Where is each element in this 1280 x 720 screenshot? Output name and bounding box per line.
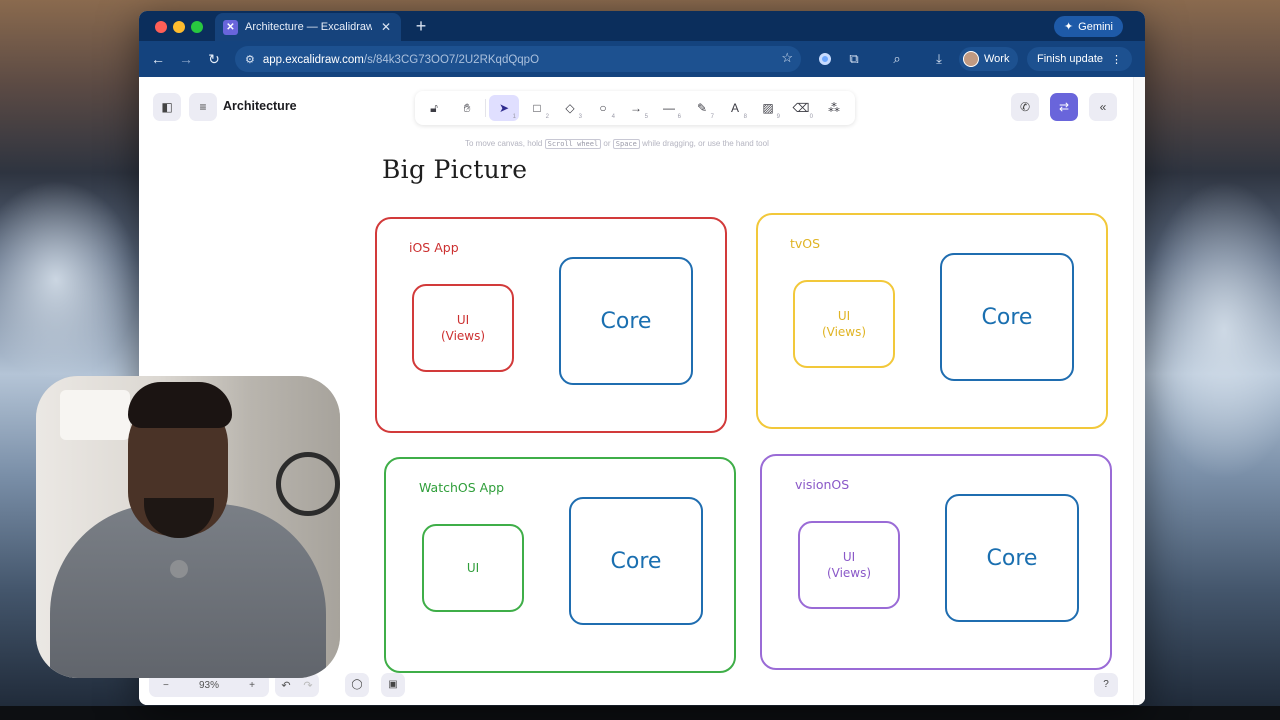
download-icon[interactable]: ⤓ (930, 50, 948, 68)
desktop-wallpaper-right (1140, 180, 1280, 480)
help-icon[interactable]: ? (1094, 673, 1118, 697)
new-tab-button[interactable]: + (411, 16, 431, 36)
group-label-ios[interactable]: iOS App (409, 240, 459, 255)
diamond-icon[interactable]: ◇ 3 (555, 95, 585, 121)
sparkle-icon: ✦ (1063, 21, 1074, 33)
address-bar[interactable]: ⚙ app.excalidraw.com/s/84k3CG73OO7/2U2RK… (235, 46, 801, 72)
webcam-overlay (36, 376, 340, 678)
tool-shortcut-key: 6 (677, 114, 681, 120)
avatar (963, 51, 979, 67)
ui-box-watchos[interactable]: UI (422, 524, 524, 612)
tool-shortcut-key: 5 (644, 114, 648, 120)
finish-update-button[interactable]: Finish update ⋮ (1027, 47, 1133, 71)
lock-icon[interactable]: 🔓︎ (419, 95, 449, 121)
site-settings-icon[interactable]: ⚙ (245, 53, 255, 66)
hint-key-scroll: Scroll wheel (544, 139, 602, 149)
call-icon[interactable]: ✆ (1011, 93, 1039, 121)
sidebar-toggle-icon[interactable]: ◧ (153, 93, 181, 121)
tool-shortcut-key: 1 (512, 114, 516, 120)
presentation-icon[interactable]: ▣ (381, 673, 405, 697)
maximize-window-button[interactable] (191, 21, 203, 33)
arrow-icon[interactable]: → 5 (621, 95, 651, 121)
image-icon[interactable]: ▨ 9 (753, 95, 783, 121)
core-box-ios[interactable]: Core (559, 257, 693, 385)
desktop-dock-edge (0, 706, 1280, 720)
desktop-wallpaper-left (0, 180, 140, 380)
tool-shortcut-key: 3 (578, 114, 582, 120)
tab-bar: ✕ Architecture — Excalidraw Pl ✕ + ✦ Gem… (139, 11, 1145, 41)
tool-shortcut-key: 8 (743, 114, 747, 120)
draw-icon[interactable]: ✎ 7 (687, 95, 717, 121)
hint-middle: or (603, 139, 611, 148)
hint-prefix: To move canvas, hold (465, 139, 543, 148)
microphone-icon (170, 560, 188, 578)
minimize-window-button[interactable] (173, 21, 185, 33)
collapse-sidebar-icon[interactable]: « (1089, 93, 1117, 121)
profile-button[interactable]: Work (959, 47, 1019, 71)
group-label-visionos[interactable]: visionOS (795, 477, 849, 492)
hint-suffix: while dragging, or use the hand tool (642, 139, 769, 148)
tool-shortcut-key: 4 (611, 114, 615, 120)
hamburger-menu-icon[interactable]: ≡ (189, 93, 217, 121)
redo-icon[interactable]: ↷ (303, 679, 312, 692)
url-site: app.excalidraw.com (262, 54, 364, 66)
extension-icon[interactable] (816, 50, 834, 68)
canvas-hint: To move canvas, hold Scroll wheel or Spa… (465, 139, 769, 149)
undo-icon[interactable]: ↶ (281, 679, 290, 692)
forward-arrow-icon[interactable]: → (177, 50, 195, 68)
canvas-title[interactable]: Big Picture (382, 155, 527, 184)
excalidraw-icon: ✕ (223, 19, 238, 35)
group-label-watchos[interactable]: WatchOS App (419, 480, 504, 495)
gemini-label: Gemini (1078, 20, 1113, 33)
bookmark-star-icon[interactable]: ☆ (781, 50, 793, 66)
browser-toolbar: ← → ↻ ⚙ app.excalidraw.com/s/84k3CG73OO7… (139, 41, 1145, 77)
core-box-watchos[interactable]: Core (569, 497, 703, 625)
hint-key-space: Space (612, 139, 640, 149)
zoom-in-button[interactable]: + (249, 680, 255, 691)
tool-shortcut-key: 2 (545, 114, 549, 120)
finish-update-label: Finish update (1037, 53, 1104, 65)
extensions-puzzle-icon[interactable]: ⧉ (845, 50, 863, 68)
line-icon[interactable]: —6 (654, 95, 684, 121)
profile-label: Work (984, 53, 1010, 65)
comment-icon[interactable]: ◯ (345, 673, 369, 697)
tab-search-icon[interactable]: ⌕ (888, 50, 906, 68)
hand-icon[interactable]: ✋︎ (452, 95, 482, 121)
zoom-out-button[interactable]: − (163, 680, 169, 691)
zoom-level[interactable]: 93% (199, 680, 219, 691)
toolbar-separator (485, 99, 486, 117)
vertical-scrollbar[interactable] (1133, 77, 1145, 705)
eraser-icon[interactable]: ⌫ 0 (786, 95, 816, 121)
group-label-tvos[interactable]: tvOS (790, 236, 820, 251)
back-arrow-icon[interactable]: ← (149, 50, 167, 68)
close-window-button[interactable] (155, 21, 167, 33)
rectangle-icon[interactable]: □ 2 (522, 95, 552, 121)
more-vert-icon: ⋮ (1111, 53, 1123, 66)
core-box-tvos[interactable]: Core (940, 253, 1074, 381)
text-icon[interactable]: A8 (720, 95, 750, 121)
selection-icon[interactable]: ➤ 1 (489, 95, 519, 121)
ellipse-icon[interactable]: ○ 4 (588, 95, 618, 121)
ui-box-visionos[interactable]: UI (Views) (798, 521, 900, 609)
shapes-toolbar: 🔓︎ ✋︎ ➤ 1 □ 2 ◇ 3 ○ 4 → 5—6 ✎ 7 A 8 ▨ 9 ⌫ 0 ⁂ (415, 91, 855, 125)
tab-architecture[interactable]: ✕ Architecture — Excalidraw Pl ✕ (215, 13, 401, 41)
ui-box-ios[interactable]: UI (Views) (412, 284, 514, 372)
tool-shortcut-key: 7 (710, 114, 714, 120)
document-title[interactable]: Architecture (223, 99, 297, 113)
core-box-visionos[interactable]: Core (945, 494, 1079, 622)
tab-close-icon[interactable]: ✕ (379, 20, 393, 34)
reload-icon[interactable]: ↻ (205, 50, 223, 68)
ui-box-tvos[interactable]: UI (Views) (793, 280, 895, 368)
url-path: /s/84k3CG73OO7/2U2RKqdQqpO (363, 54, 540, 66)
gemini-button[interactable]: ✦ Gemini (1053, 16, 1123, 37)
tool-shortcut-key: 0 (809, 114, 813, 120)
share-button[interactable]: ⇄ (1050, 93, 1078, 121)
tool-shortcut-key: 9 (776, 114, 780, 120)
tab-title: Architecture — Excalidraw Pl (245, 21, 372, 33)
more-tools-icon[interactable]: ⁂ (819, 95, 849, 121)
